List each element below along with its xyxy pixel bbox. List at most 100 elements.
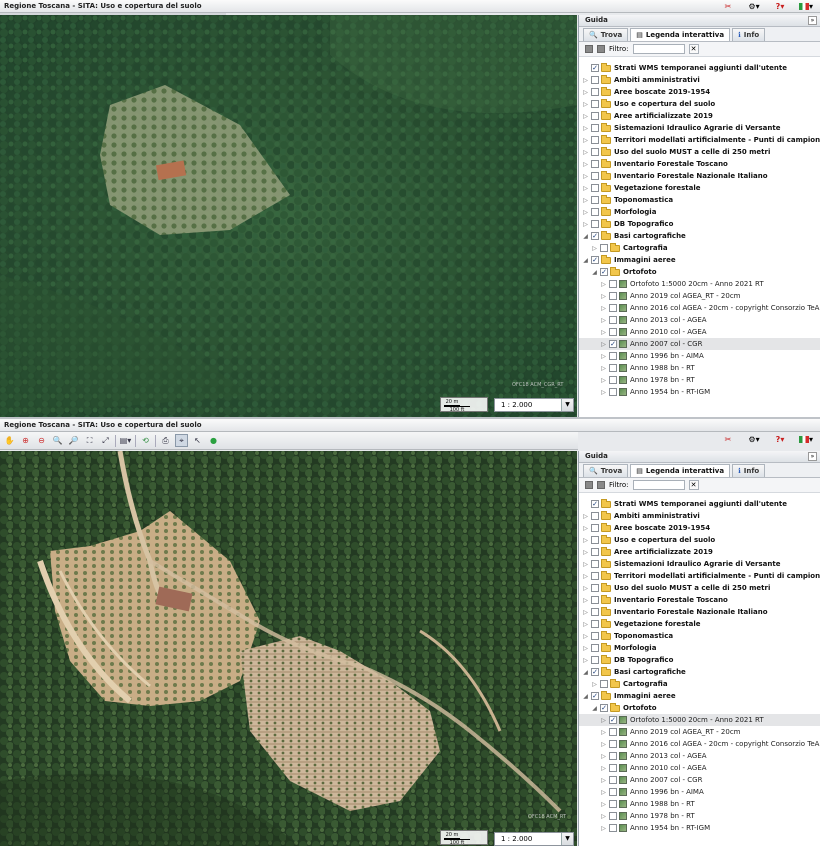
expand-all-icon[interactable] xyxy=(585,481,593,489)
layer-checkbox[interactable] xyxy=(591,644,599,652)
layer-checkbox[interactable] xyxy=(609,364,617,372)
group-row[interactable]: ◢ ✓ Ortofoto xyxy=(579,702,820,714)
expander-icon[interactable]: ◢ xyxy=(591,269,598,276)
layer-row[interactable]: ▷ Anno 1996 bn - AIMA xyxy=(579,786,820,798)
group-row[interactable]: ▷ Toponomastica xyxy=(579,630,820,642)
expander-icon[interactable]: ▷ xyxy=(582,185,589,192)
layer-row[interactable]: ▷ Ortofoto 1:5000 20cm - Anno 2021 RT xyxy=(579,278,820,290)
collapse-all-icon[interactable] xyxy=(597,45,605,53)
layer-checkbox[interactable] xyxy=(591,208,599,216)
scale-select[interactable]: 1 : 2.000 ▼ xyxy=(494,398,574,412)
expander-icon[interactable]: ▷ xyxy=(582,101,589,108)
expander-icon[interactable]: ▷ xyxy=(600,765,607,772)
filter-input[interactable] xyxy=(632,480,685,490)
expander-icon[interactable]: ▷ xyxy=(582,633,589,640)
layer-checkbox[interactable] xyxy=(609,788,617,796)
layer-row[interactable]: ▷ Anno 2013 col - AGEA xyxy=(579,750,820,762)
group-row[interactable]: ▷ DB Topografico xyxy=(579,654,820,666)
layer-checkbox[interactable]: ✓ xyxy=(600,268,608,276)
group-row[interactable]: ▷ Uso del suolo MUST a celle di 250 metri xyxy=(579,146,820,158)
layer-checkbox[interactable] xyxy=(600,680,608,688)
group-row[interactable]: ▷ Vegetazione forestale xyxy=(579,182,820,194)
layer-checkbox[interactable] xyxy=(591,560,599,568)
expander-icon[interactable]: ▷ xyxy=(582,561,589,568)
layer-checkbox[interactable]: ✓ xyxy=(600,704,608,712)
expander-icon[interactable]: ▷ xyxy=(600,825,607,832)
expander-icon[interactable]: ▷ xyxy=(600,801,607,808)
layer-checkbox[interactable] xyxy=(609,280,617,288)
layer-row[interactable]: ▷ Anno 2019 col AGEA_RT - 20cm xyxy=(579,726,820,738)
expander-icon[interactable]: ▷ xyxy=(600,329,607,336)
expander-icon[interactable]: ▷ xyxy=(600,281,607,288)
expander-icon[interactable]: ◢ xyxy=(582,257,589,264)
group-row[interactable]: ◢ ✓ Ortofoto xyxy=(579,266,820,278)
layer-checkbox[interactable] xyxy=(591,88,599,96)
group-row[interactable]: ▷ Territori modellati artificialmente - P… xyxy=(579,134,820,146)
chevron-down-icon[interactable]: ▼ xyxy=(561,833,573,845)
tab-info[interactable]: ℹ Info xyxy=(732,464,766,477)
layer-row[interactable]: ▷ Anno 1996 bn - AIMA xyxy=(579,350,820,362)
layer-checkbox[interactable]: ✓ xyxy=(591,668,599,676)
expander-icon[interactable]: ▷ xyxy=(582,585,589,592)
expander-icon[interactable]: ▷ xyxy=(582,537,589,544)
group-row[interactable]: ▷ Cartografia xyxy=(579,242,820,254)
layer-checkbox[interactable]: ✓ xyxy=(591,64,599,72)
expander-icon[interactable]: ▷ xyxy=(582,573,589,580)
expander-icon[interactable]: ▷ xyxy=(600,365,607,372)
identify-icon[interactable]: ⌖ xyxy=(175,434,188,447)
layer-checkbox[interactable]: ✓ xyxy=(609,716,617,724)
expander-icon[interactable]: ▷ xyxy=(582,89,589,96)
layer-row[interactable]: ▷ Anno 2019 col AGEA_RT - 20cm xyxy=(579,290,820,302)
layer-row[interactable]: ▷ Anno 1978 bn - RT xyxy=(579,810,820,822)
layer-checkbox[interactable] xyxy=(591,76,599,84)
layer-checkbox[interactable] xyxy=(591,136,599,144)
collapse-all-icon[interactable] xyxy=(597,481,605,489)
expander-icon[interactable]: ▷ xyxy=(600,317,607,324)
expand-all-icon[interactable] xyxy=(585,45,593,53)
layer-checkbox[interactable] xyxy=(591,536,599,544)
expander-icon[interactable]: ▷ xyxy=(600,305,607,312)
group-row[interactable]: ▷ Aree boscate 2019-1954 xyxy=(579,86,820,98)
group-row[interactable]: ▷ DB Topografico xyxy=(579,218,820,230)
layer-checkbox[interactable] xyxy=(609,352,617,360)
layer-checkbox[interactable] xyxy=(600,244,608,252)
back-icon[interactable]: ⟲ xyxy=(139,434,152,447)
expander-icon[interactable]: ▷ xyxy=(600,741,607,748)
expander-icon[interactable]: ▷ xyxy=(582,549,589,556)
layer-checkbox[interactable]: ✓ xyxy=(591,500,599,508)
layer-checkbox[interactable]: ✓ xyxy=(609,340,617,348)
layer-checkbox[interactable] xyxy=(609,328,617,336)
layer-row[interactable]: ▷ ✓ Ortofoto 1:5000 20cm - Anno 2021 RT xyxy=(579,714,820,726)
expander-icon[interactable]: ▷ xyxy=(600,353,607,360)
expander-icon[interactable]: ▷ xyxy=(582,173,589,180)
scale-select[interactable]: 1 : 2.000 ▼ xyxy=(494,832,574,846)
layer-row[interactable]: ▷ Anno 2010 col - AGEA xyxy=(579,762,820,774)
group-row[interactable]: ◢ ✓ Basi cartografiche xyxy=(579,230,820,242)
layer-row[interactable]: ▷ Anno 2016 col AGEA - 20cm - copyright C… xyxy=(579,738,820,750)
settings-icon[interactable]: ⚙▾ xyxy=(744,1,764,12)
layer-checkbox[interactable] xyxy=(591,124,599,132)
expander-icon[interactable]: ▷ xyxy=(600,753,607,760)
layer-checkbox[interactable] xyxy=(591,100,599,108)
expander-icon[interactable]: ▷ xyxy=(582,513,589,520)
expander-icon[interactable]: ▷ xyxy=(582,209,589,216)
expander-icon[interactable]: ▷ xyxy=(600,293,607,300)
zoom-out-icon[interactable]: 🔎 xyxy=(67,434,80,447)
group-row[interactable]: ▷ Territori modellati artificialmente - P… xyxy=(579,570,820,582)
layer-checkbox[interactable] xyxy=(609,764,617,772)
layer-checkbox[interactable] xyxy=(591,584,599,592)
expander-icon[interactable]: ▷ xyxy=(600,789,607,796)
layer-checkbox[interactable] xyxy=(591,620,599,628)
group-row[interactable]: ▷ Ambiti amministrativi xyxy=(579,510,820,522)
group-row[interactable]: ▷ Aree artificializzate 2019 xyxy=(579,110,820,122)
group-row[interactable]: ▷ Vegetazione forestale xyxy=(579,618,820,630)
expander-icon[interactable]: ▷ xyxy=(600,813,607,820)
group-row[interactable]: ▷ Inventario Forestale Toscano xyxy=(579,594,820,606)
layer-row[interactable]: ▷ Anno 2013 col - AGEA xyxy=(579,314,820,326)
tab-trova[interactable]: 🔍 Trova xyxy=(583,464,629,477)
layer-checkbox[interactable] xyxy=(591,548,599,556)
layer-checkbox[interactable] xyxy=(591,160,599,168)
layer-checkbox[interactable] xyxy=(591,596,599,604)
group-row[interactable]: ▷ Inventario Forestale Nazionale Italiano xyxy=(579,170,820,182)
expander-icon[interactable]: ◢ xyxy=(591,705,598,712)
